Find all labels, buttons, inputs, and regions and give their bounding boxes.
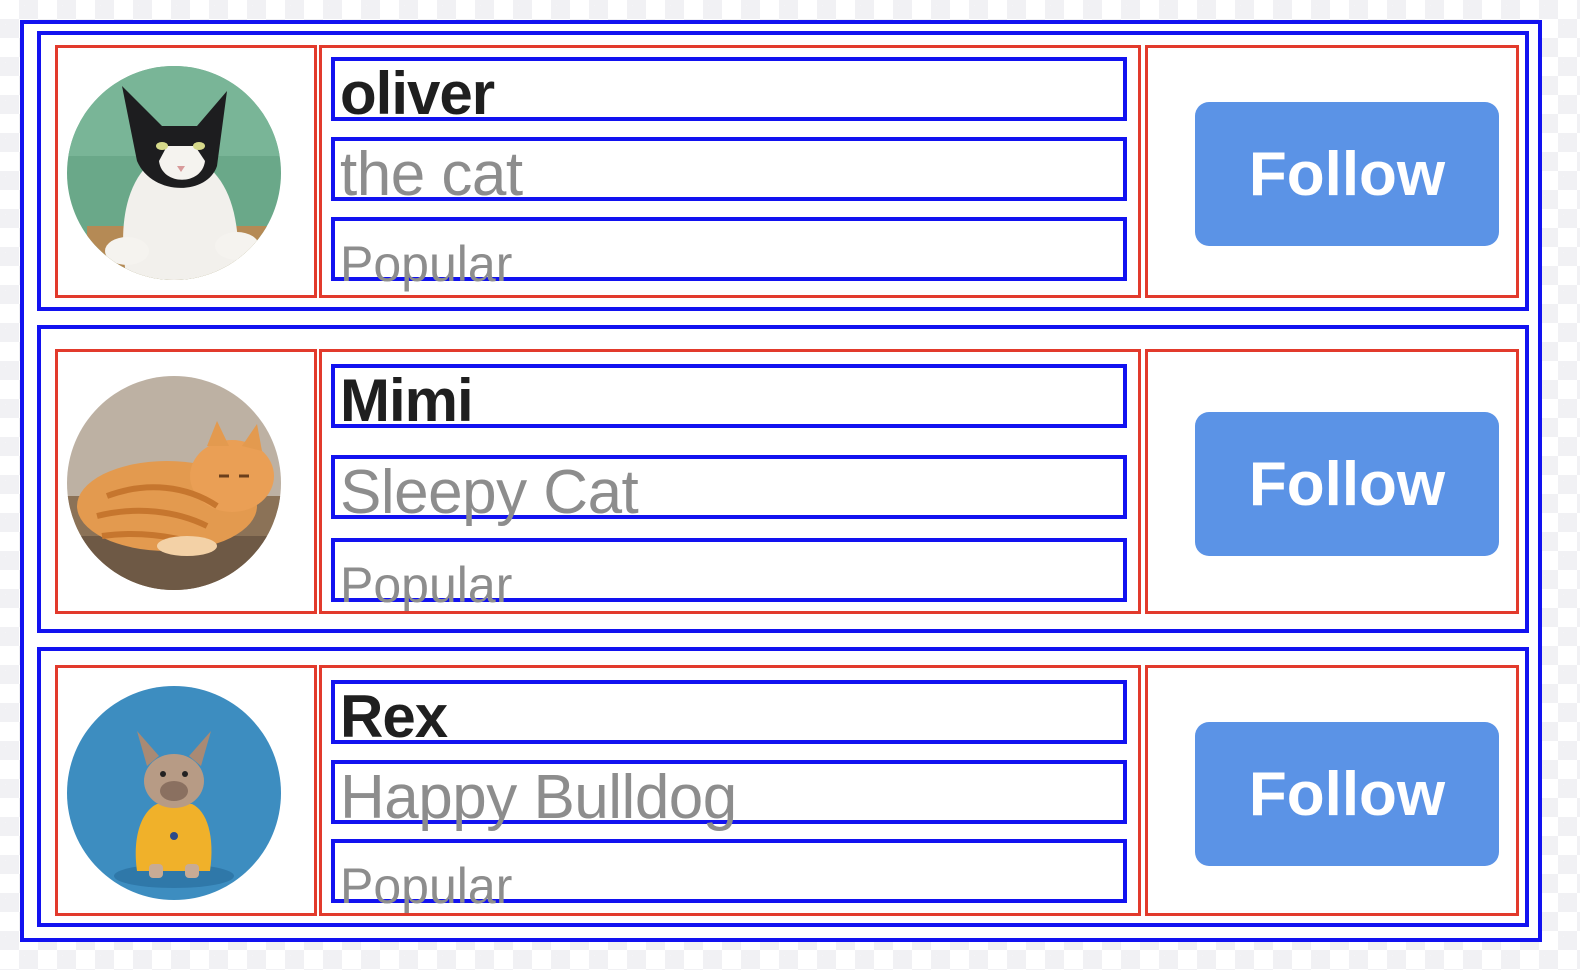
user-tag: Popular bbox=[340, 236, 513, 292]
user-description: the cat bbox=[340, 140, 523, 209]
user-tag: Popular bbox=[340, 557, 513, 613]
user-tag: Popular bbox=[340, 858, 513, 914]
user-description: Sleepy Cat bbox=[340, 458, 639, 527]
avatar[interactable] bbox=[67, 376, 281, 590]
tag-box: Popular bbox=[331, 839, 1127, 913]
description-box: Happy Bulldog bbox=[331, 760, 1127, 832]
cat-avatar-image bbox=[67, 376, 281, 590]
avatar-cell bbox=[55, 45, 317, 298]
description-box: Sleepy Cat bbox=[331, 455, 1127, 527]
avatar[interactable] bbox=[67, 686, 281, 900]
avatar-cell bbox=[55, 665, 317, 916]
username[interactable]: Mimi bbox=[340, 366, 474, 435]
action-cell: Follow bbox=[1145, 45, 1519, 298]
username-box: Rex bbox=[331, 680, 1127, 750]
username[interactable]: oliver bbox=[340, 59, 495, 128]
follow-button[interactable]: Follow bbox=[1195, 412, 1499, 556]
description-box: the cat bbox=[331, 137, 1127, 209]
username-box: Mimi bbox=[331, 364, 1127, 434]
action-cell: Follow bbox=[1145, 665, 1519, 916]
username-box: oliver bbox=[331, 57, 1127, 127]
user-info-cell: Mimi Sleepy Cat Popular bbox=[319, 349, 1141, 614]
avatar-cell bbox=[55, 349, 317, 614]
user-card: Rex Happy Bulldog Popular Follow bbox=[37, 647, 1529, 927]
user-card: Mimi Sleepy Cat Popular Follow bbox=[37, 325, 1529, 633]
dog-avatar-image bbox=[67, 686, 281, 900]
tag-box: Popular bbox=[331, 538, 1127, 611]
user-description: Happy Bulldog bbox=[340, 763, 737, 832]
username[interactable]: Rex bbox=[340, 682, 448, 751]
cat-avatar-image bbox=[67, 66, 281, 280]
avatar[interactable] bbox=[67, 66, 281, 280]
follow-button[interactable]: Follow bbox=[1195, 722, 1499, 866]
user-card: oliver the cat Popular Follow bbox=[37, 31, 1529, 311]
action-cell: Follow bbox=[1145, 349, 1519, 614]
follow-button[interactable]: Follow bbox=[1195, 102, 1499, 246]
user-info-cell: Rex Happy Bulldog Popular bbox=[319, 665, 1141, 916]
user-info-cell: oliver the cat Popular bbox=[319, 45, 1141, 298]
tag-box: Popular bbox=[331, 217, 1127, 292]
